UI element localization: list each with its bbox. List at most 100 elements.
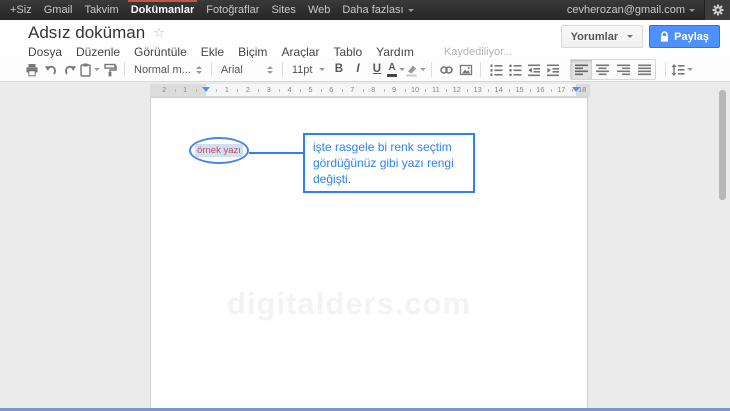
text-color-button[interactable]: A — [386, 60, 405, 79]
toolbar-separator — [431, 62, 432, 77]
paint-format-button[interactable] — [100, 60, 119, 79]
menu-bicim[interactable]: Biçim — [238, 45, 267, 59]
nav-plus-you[interactable]: +Siz — [4, 0, 38, 20]
font-select[interactable]: Arial — [217, 64, 277, 76]
toolbar-separator — [211, 62, 212, 77]
redo-button[interactable] — [60, 60, 79, 79]
line-spacing-icon — [671, 63, 685, 77]
align-center-icon — [596, 63, 609, 76]
insert-image-button[interactable] — [456, 60, 475, 79]
doc-title[interactable]: Adsız doküman — [28, 23, 145, 43]
margin-marker[interactable] — [202, 87, 210, 92]
saving-status: Kaydediliyor... — [444, 46, 512, 58]
chevron-down-icon — [408, 9, 414, 12]
vertical-scrollbar-thumb[interactable] — [719, 90, 726, 200]
share-button[interactable]: Paylaş — [649, 25, 720, 48]
ruler-number: 2 — [162, 85, 166, 95]
numbered-list-button[interactable] — [486, 60, 505, 79]
insert-link-button[interactable] — [437, 60, 456, 79]
ruler-tick — [488, 89, 489, 92]
margin-marker[interactable] — [572, 87, 580, 92]
google-bar: +Siz Gmail Takvim Dokümanlar Fotoğraflar… — [0, 0, 730, 20]
line-spacing-button[interactable] — [671, 60, 693, 79]
toolbar-separator — [124, 62, 125, 77]
comments-button[interactable]: Yorumlar — [561, 25, 643, 48]
account-email: cevherozan@gmail.com — [567, 4, 685, 16]
undo-button[interactable] — [41, 60, 60, 79]
ruler-number: 1 — [225, 85, 229, 95]
ruler-tick — [363, 89, 364, 92]
web-clipboard-button[interactable] — [79, 60, 100, 79]
paragraph-style-select[interactable]: Normal m... — [130, 64, 206, 76]
nav-dokumanlar[interactable]: Dokümanlar — [125, 0, 201, 20]
highlight-icon — [405, 63, 418, 77]
account-menu[interactable]: cevherozan@gmail.com — [558, 0, 704, 20]
nav-fotograflar[interactable]: Fotoğraflar — [200, 0, 265, 20]
underline-button[interactable]: U — [367, 60, 386, 79]
document-page[interactable]: örnek yazı işte rasgele bi renk seçtim g… — [150, 97, 588, 408]
bulleted-list-button[interactable] — [505, 60, 524, 79]
menu-yardim[interactable]: Yardım — [376, 45, 414, 59]
ruler-tick — [175, 89, 176, 92]
bold-label: B — [335, 64, 343, 76]
nav-sites[interactable]: Sites — [265, 0, 301, 20]
italic-button[interactable]: I — [348, 60, 367, 79]
annotation-callout-box: işte rasgele bi renk seçtim gördüğünüz g… — [303, 133, 475, 193]
menu-duzenle[interactable]: Düzenle — [76, 45, 120, 59]
doc-header: Adsız doküman ☆ Dosya Düzenle Görüntüle … — [0, 20, 730, 58]
ruler-tick — [446, 89, 447, 92]
star-icon[interactable]: ☆ — [153, 26, 165, 41]
nav-gmail[interactable]: Gmail — [38, 0, 79, 20]
settings-button[interactable] — [704, 0, 730, 20]
align-center-button[interactable] — [592, 60, 613, 79]
lock-icon — [660, 31, 669, 43]
toolbar-separator — [282, 62, 283, 77]
active-tab-indicator — [128, 0, 198, 2]
bulleted-list-icon — [508, 63, 522, 77]
increase-indent-button[interactable] — [543, 60, 562, 79]
menu-ekle[interactable]: Ekle — [201, 45, 224, 59]
ruler-tick — [196, 89, 197, 92]
italic-label: I — [356, 64, 359, 76]
ruler-tick — [467, 89, 468, 92]
bold-button[interactable]: B — [329, 60, 348, 79]
paragraph-style-value: Normal m... — [134, 64, 191, 76]
ruler-tick — [258, 89, 259, 92]
menu-goruntule[interactable]: Görüntüle — [134, 45, 187, 59]
undo-icon — [44, 63, 58, 77]
indent-icon — [546, 63, 560, 77]
ruler-tick — [425, 89, 426, 92]
menu-dosya[interactable]: Dosya — [28, 45, 62, 59]
sample-text[interactable]: örnek yazı — [195, 144, 243, 157]
outdent-icon — [527, 63, 541, 77]
ruler-tick — [237, 89, 238, 92]
menubar: Dosya Düzenle Görüntüle Ekle Biçim Araçl… — [28, 45, 512, 59]
gear-icon — [712, 4, 724, 16]
ruler-tick — [551, 89, 552, 92]
nav-web[interactable]: Web — [302, 0, 336, 20]
ruler-number: 12 — [453, 85, 461, 95]
nav-dokumanlar-label: Dokümanlar — [131, 4, 195, 16]
print-button[interactable] — [22, 60, 41, 79]
print-icon — [25, 63, 39, 77]
ruler-number: 3 — [267, 85, 271, 95]
ruler-number: 17 — [557, 85, 565, 95]
text-color-icon: A — [387, 63, 397, 77]
google-bar-nav: +Siz Gmail Takvim Dokümanlar Fotoğraflar… — [0, 0, 420, 20]
chevron-down-icon — [420, 68, 426, 71]
decrease-indent-button[interactable] — [524, 60, 543, 79]
align-left-button[interactable] — [571, 60, 592, 79]
ruler-tick — [216, 89, 217, 92]
highlight-color-button[interactable] — [405, 60, 426, 79]
font-size-select[interactable]: 11pt — [288, 64, 330, 76]
menu-araclar[interactable]: Araçlar — [281, 45, 319, 59]
align-right-button[interactable] — [613, 60, 634, 79]
menu-tablo[interactable]: Tablo — [333, 45, 362, 59]
nav-more-menu[interactable]: Daha fazlası — [336, 0, 419, 20]
nav-takvim[interactable]: Takvim — [78, 0, 124, 20]
spinner-icon — [267, 66, 273, 74]
share-label: Paylaş — [674, 31, 709, 43]
image-icon — [459, 63, 473, 77]
font-size-value: 11pt — [292, 64, 313, 76]
justify-button[interactable] — [634, 60, 655, 79]
